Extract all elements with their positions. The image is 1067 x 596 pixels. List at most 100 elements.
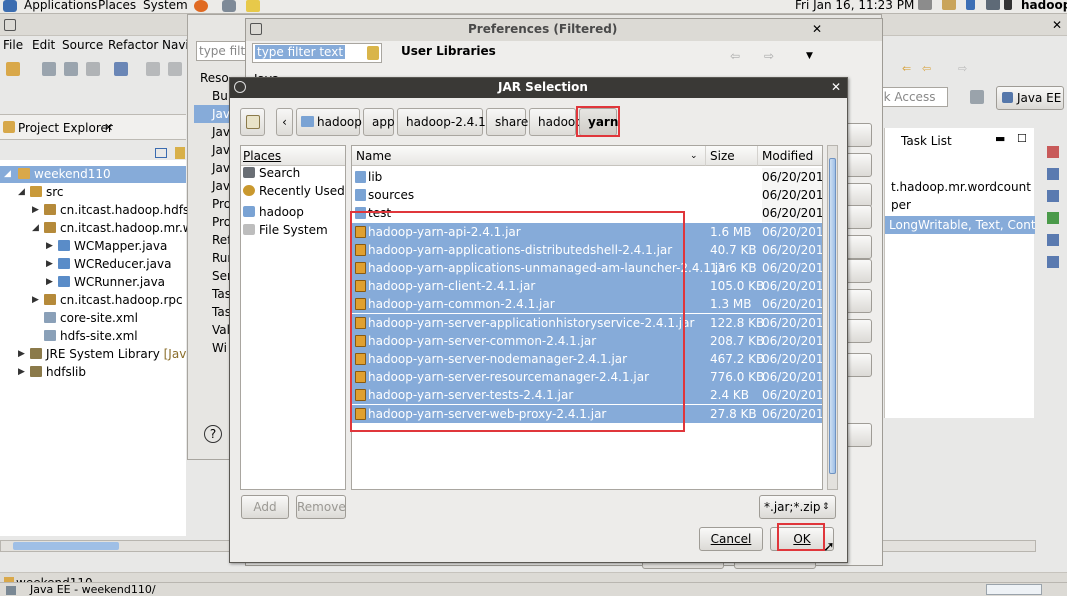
column-size[interactable]: Size — [706, 146, 758, 166]
menu-places[interactable]: Places — [98, 0, 136, 12]
mail-icon[interactable] — [222, 0, 236, 12]
pref-side-button[interactable] — [844, 235, 872, 259]
collapse-all-icon[interactable] — [155, 148, 167, 158]
jar-file-row[interactable]: hadoop-yarn-applications-distributedshel… — [352, 240, 822, 259]
pref-tree-item[interactable]: Jav — [212, 143, 230, 157]
update-icon[interactable] — [942, 0, 956, 10]
volume-icon[interactable] — [1004, 0, 1012, 10]
type-location-button[interactable] — [240, 108, 265, 136]
places-recently-used[interactable]: Recently Used — [243, 182, 345, 200]
remove-button[interactable]: Remove — [296, 495, 346, 519]
path-segment[interactable]: share — [486, 108, 528, 136]
outline-line-selected[interactable]: LongWritable, Text, Context) : — [885, 216, 1035, 234]
tree-item-weekend110[interactable]: ◢ weekend110 — [0, 166, 186, 183]
path-segment[interactable]: hadoop — [296, 108, 362, 136]
bluetooth-icon[interactable] — [966, 0, 975, 10]
link-editor-icon[interactable] — [175, 147, 185, 159]
close-icon[interactable]: ✕ — [831, 80, 841, 94]
notes-icon[interactable] — [246, 0, 260, 12]
trim-icon[interactable] — [1047, 146, 1059, 158]
open-perspective-icon[interactable] — [970, 90, 984, 104]
pref-side-button[interactable] — [844, 423, 872, 447]
workspace-switcher[interactable] — [986, 584, 1042, 595]
user-name[interactable]: hadoop — [1021, 0, 1067, 12]
maximize-icon[interactable]: ☐ — [1017, 132, 1027, 145]
menu-navigate[interactable]: Navi — [162, 38, 189, 52]
pref-side-button[interactable] — [844, 153, 872, 177]
jar-file-row[interactable]: hadoop-yarn-api-2.4.1.jar 1.6 MB 06/20/201… — [352, 222, 822, 241]
folder-row[interactable]: test 06/20/2014 — [352, 204, 822, 223]
trim-icon[interactable] — [1047, 168, 1059, 180]
back-nav-icon[interactable]: ⇦ — [730, 49, 740, 63]
places-header[interactable]: Places — [241, 146, 345, 166]
places-file-system[interactable]: File System — [243, 221, 328, 239]
pref-tree-item[interactable]: Bu — [212, 89, 228, 103]
column-modified[interactable]: Modified — [758, 146, 822, 166]
print-icon[interactable] — [86, 62, 100, 76]
jar-file-row[interactable]: hadoop-yarn-server-common-2.4.1.jar 208.7… — [352, 331, 822, 350]
display-icon[interactable] — [986, 0, 1000, 10]
file-list-scrollbar[interactable] — [827, 145, 838, 490]
perspective-java-ee[interactable]: Java EE — [996, 86, 1064, 110]
trim-icon[interactable] — [1047, 256, 1059, 268]
skip-breakpoints-icon[interactable] — [114, 62, 128, 76]
pref-tree-item[interactable]: Jav — [212, 161, 230, 175]
pref-side-button[interactable] — [844, 205, 872, 229]
outline-line[interactable]: per — [891, 198, 911, 212]
menu-refactor[interactable]: Refactor — [108, 38, 158, 52]
file-type-filter[interactable]: *.jar;*.zip ⇕ — [759, 495, 836, 519]
pref-tree-item[interactable]: Jav — [212, 125, 230, 139]
jar-file-row[interactable]: hadoop-yarn-applications-unmanaged-am-la… — [352, 259, 822, 277]
filter-input[interactable]: type filter text — [252, 43, 382, 63]
pref-side-button[interactable] — [844, 123, 872, 147]
menu-system[interactable]: System — [143, 0, 188, 12]
new-icon[interactable] — [6, 62, 20, 76]
save-icon[interactable] — [42, 62, 56, 76]
pref-tree-item[interactable]: Wi — [212, 341, 227, 355]
filter-input-back[interactable]: type filte — [196, 41, 246, 61]
back-icon[interactable]: ⇦ — [922, 62, 931, 75]
add-button[interactable]: Add — [241, 495, 289, 519]
minimize-icon[interactable]: ▬ — [995, 132, 1005, 145]
path-segment[interactable]: hadoop-2.4.1 — [397, 108, 486, 136]
path-segment-current[interactable]: yarn — [579, 108, 618, 136]
gnome-foot-icon[interactable] — [3, 0, 17, 12]
cancel-button[interactable]: Cancel — [699, 527, 763, 551]
path-segment[interactable]: hadoop — [529, 108, 583, 136]
column-name[interactable]: Name ⌄ — [352, 146, 706, 166]
menu-applications[interactable]: Applications — [24, 0, 97, 12]
close-icon[interactable]: ✕ — [1052, 18, 1062, 32]
scrollbar-thumb[interactable] — [829, 158, 836, 474]
places-hadoop[interactable]: hadoop — [243, 203, 304, 221]
pref-tree-item[interactable]: Val — [212, 323, 230, 337]
trim-icon[interactable] — [1047, 234, 1059, 246]
window-menu-icon[interactable] — [250, 23, 262, 35]
clock[interactable]: Fri Jan 16, 11:23 PM — [795, 0, 914, 12]
folder-row[interactable]: lib 06/20/2014 — [352, 168, 822, 186]
resume-icon[interactable] — [146, 62, 160, 76]
pref-side-button[interactable] — [844, 259, 872, 283]
forward-nav-icon[interactable]: ⇨ — [764, 49, 774, 63]
jar-file-row[interactable]: hadoop-yarn-server-nodemanager-2.4.1.jar… — [352, 350, 822, 368]
trim-icon[interactable] — [1047, 190, 1059, 202]
menu-file[interactable]: File — [3, 38, 23, 52]
pref-side-button[interactable] — [844, 289, 872, 313]
folder-row[interactable]: sources 06/20/2014 — [352, 186, 822, 205]
window-menu-icon[interactable] — [234, 81, 246, 93]
taskbar-item[interactable]: Java EE - weekend110/ — [6, 584, 156, 596]
window-menu-icon[interactable] — [4, 19, 16, 31]
pref-tree-item[interactable]: Jav — [212, 179, 230, 193]
pref-side-button[interactable] — [844, 353, 872, 377]
scrollbar-thumb[interactable] — [13, 542, 119, 550]
view-menu-icon[interactable]: ▼ — [806, 51, 813, 61]
save-all-icon[interactable] — [64, 62, 78, 76]
jar-file-row[interactable]: hadoop-yarn-server-resourcemanager-2.4.1… — [352, 368, 822, 387]
trim-icon[interactable] — [1047, 212, 1059, 224]
suspend-icon[interactable] — [168, 62, 182, 76]
jar-file-row[interactable]: hadoop-yarn-server-web-proxy-2.4.1.jar 27… — [352, 404, 822, 423]
jar-file-row[interactable]: hadoop-yarn-common-2.4.1.jar 1.3 MB 06/20/… — [352, 295, 822, 314]
places-search[interactable]: Search — [243, 164, 300, 182]
path-back-button[interactable]: ‹ — [276, 108, 293, 136]
jar-file-row[interactable]: hadoop-yarn-server-applicationhistoryser… — [352, 313, 822, 332]
close-icon[interactable]: ✕ — [812, 22, 822, 36]
